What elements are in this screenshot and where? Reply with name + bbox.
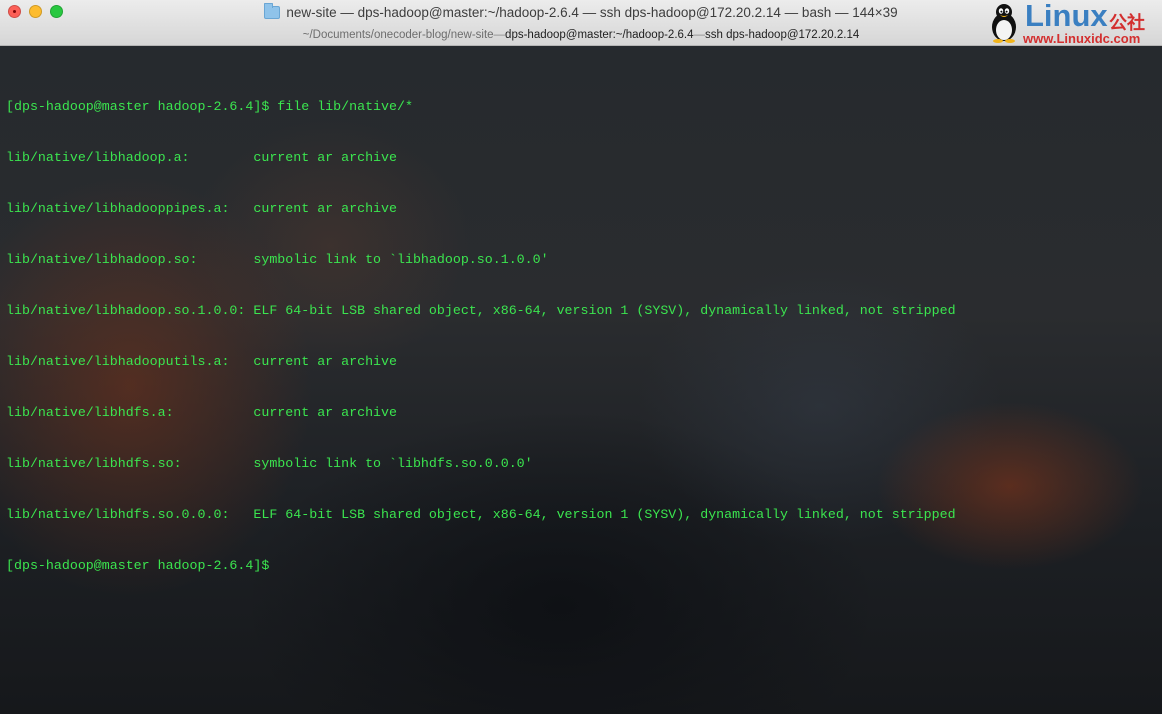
watermark-word: Linux	[1025, 0, 1108, 33]
tab-ssh-command: ssh dps-hadoop@172.20.2.14	[705, 28, 860, 41]
terminal-line: lib/native/libhdfs.so.0.0.0: ELF 64-bit …	[6, 507, 956, 522]
terminal-body[interactable]: [dps-hadoop@master hadoop-2.6.4]$ file l…	[0, 46, 1162, 714]
tab-separator: —	[493, 28, 506, 41]
terminal-line: lib/native/libhadooppipes.a: current ar …	[6, 201, 397, 216]
terminal-prompt: [dps-hadoop@master hadoop-2.6.4]$	[6, 558, 278, 573]
title-bar[interactable]: new-site — dps-hadoop@master:~/hadoop-2.…	[0, 0, 1162, 46]
terminal-line: lib/native/libhadooputils.a: current ar …	[6, 354, 397, 369]
tab-active-host: dps-hadoop@master:~/hadoop-2.6.4	[505, 28, 694, 41]
terminal-line: [dps-hadoop@master hadoop-2.6.4]$ file l…	[6, 99, 413, 114]
terminal-line: lib/native/libhdfs.so: symbolic link to …	[6, 456, 533, 471]
terminal-line: lib/native/libhadoop.a: current ar archi…	[6, 150, 397, 165]
terminal-line: lib/native/libhdfs.a: current ar archive	[6, 405, 397, 420]
tux-penguin-icon	[992, 4, 1016, 43]
terminal-prompt-line[interactable]: [dps-hadoop@master hadoop-2.6.4]$	[6, 557, 956, 574]
terminal-window: new-site — dps-hadoop@master:~/hadoop-2.…	[0, 0, 1162, 714]
tab-separator: —	[693, 28, 706, 41]
watermark-url: www.Linuxidc.com	[1023, 31, 1141, 46]
terminal-line: lib/native/libhadoop.so: symbolic link t…	[6, 252, 549, 267]
tab-path: ~/Documents/onecoder-blog/new-site	[302, 28, 494, 41]
terminal-line: lib/native/libhadoop.so.1.0.0: ELF 64-bi…	[6, 303, 956, 318]
terminal-cursor	[277, 557, 285, 572]
terminal-output: [dps-hadoop@master hadoop-2.6.4]$ file l…	[6, 64, 956, 608]
folder-icon	[264, 2, 281, 19]
linuxidc-watermark: Linux 公社 www.Linuxidc.com	[985, 0, 1162, 46]
window-title: new-site — dps-hadoop@master:~/hadoop-2.…	[286, 4, 898, 20]
